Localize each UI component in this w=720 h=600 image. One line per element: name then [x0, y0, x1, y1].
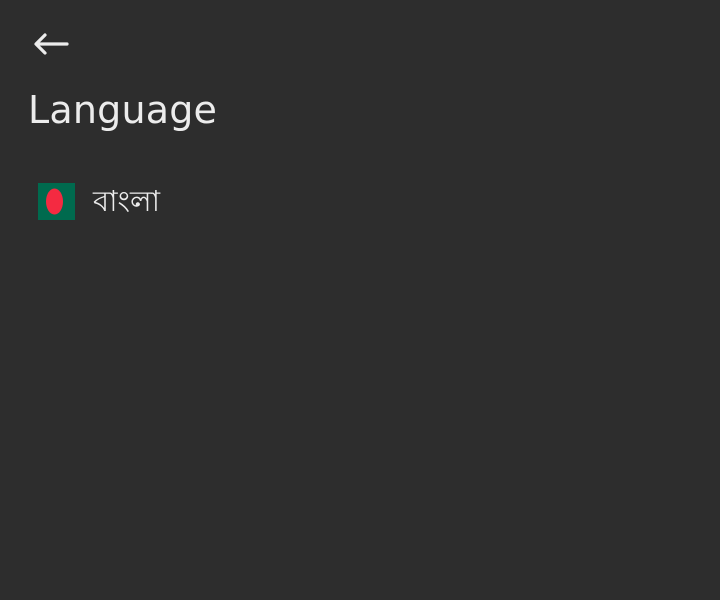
- language-screen: { "page": { "title": "Language", "backgr…: [0, 0, 720, 600]
- back-button[interactable]: [30, 24, 78, 64]
- language-list: বাংলা: [28, 172, 688, 230]
- bangladesh-flag-icon: [38, 182, 75, 220]
- arrow-left-icon: [34, 33, 69, 55]
- language-label: বাংলা: [93, 184, 161, 218]
- page-title: Language: [28, 88, 218, 132]
- language-option-bangla[interactable]: বাংলা: [28, 172, 688, 230]
